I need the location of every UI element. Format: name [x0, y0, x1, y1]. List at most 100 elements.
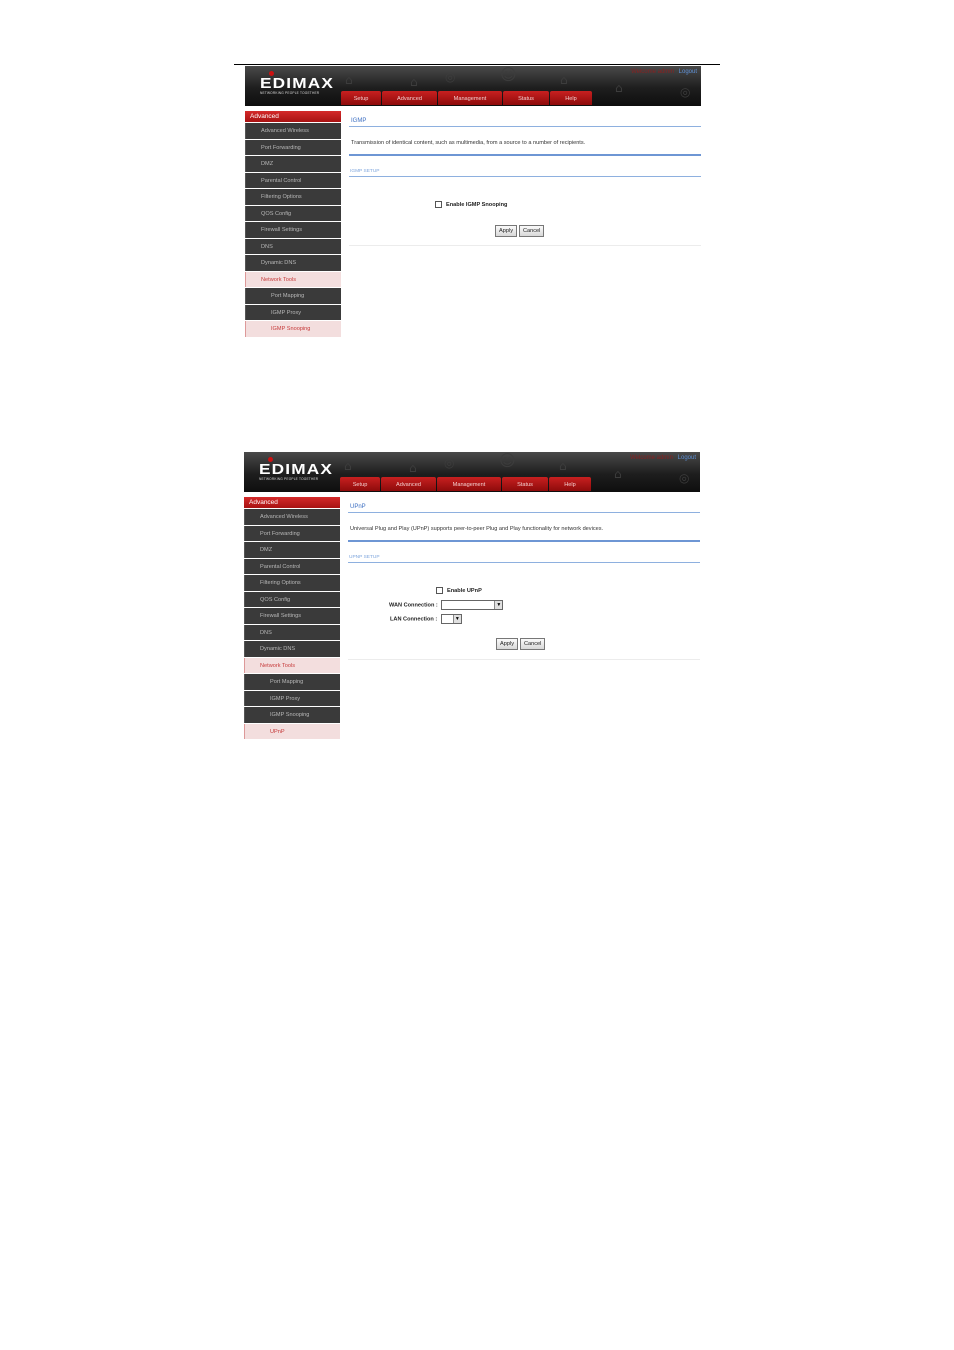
main-content: IGMP Transmission of identical content, … — [349, 111, 701, 246]
house-icon: ⌂ — [344, 459, 352, 473]
upnp-screenshot: EDIMAX NETWORKING PEOPLE TOGETHER ⌂ ⌂ ◎ … — [244, 452, 700, 741]
tab-management[interactable]: Management — [438, 91, 502, 105]
tab-management[interactable]: Management — [437, 477, 501, 491]
sidebar-item-filtering-options[interactable]: Filtering Options — [245, 189, 341, 205]
sidebar-subitem-port-mapping[interactable]: Port Mapping — [244, 674, 340, 690]
tab-status[interactable]: Status — [503, 91, 549, 105]
igmp-screenshot: EDIMAX NETWORKING PEOPLE TOGETHER ⌂ ⌂ ◎ … — [245, 66, 701, 339]
house-icon: ⌂ — [410, 75, 418, 89]
logout-link[interactable]: Logout — [678, 455, 696, 461]
section-divider — [348, 562, 700, 563]
house-icon: ⌂ — [615, 81, 623, 95]
page-description: Transmission of identical content, such … — [351, 140, 586, 146]
tab-advanced[interactable]: Advanced — [382, 91, 437, 105]
top-links: Welcome admin Logout — [631, 69, 697, 75]
globe-icon: ◎ — [444, 456, 455, 470]
sidebar-item-network-tools[interactable]: Network Tools — [245, 271, 341, 287]
sidebar-subitem-igmp-proxy[interactable]: IGMP Proxy — [244, 690, 340, 706]
tab-setup[interactable]: Setup — [341, 91, 381, 105]
wan-connection-row: WAN Connection : ▼ — [389, 600, 504, 610]
section-divider — [349, 176, 701, 177]
sidebar-item-filtering-options[interactable]: Filtering Options — [244, 575, 340, 591]
sidebar-item-dmz[interactable]: DMZ — [244, 542, 340, 558]
sidebar-item-advanced-wireless[interactable]: Advanced Wireless — [244, 509, 340, 525]
sidebar-item-parental-control[interactable]: Parental Control — [244, 558, 340, 574]
cancel-button[interactable]: Cancel — [520, 638, 546, 650]
page-divider — [234, 64, 720, 65]
chevron-down-icon[interactable]: ▼ — [452, 615, 461, 623]
brand-tagline: NETWORKING PEOPLE TOGETHER — [259, 477, 319, 481]
sidebar-item-dns[interactable]: DNS — [245, 238, 341, 254]
action-buttons: Apply Cancel — [495, 225, 546, 237]
sidebar-subitem-port-mapping[interactable]: Port Mapping — [245, 288, 341, 304]
apply-button[interactable]: Apply — [496, 638, 518, 650]
globe-icon: ◎ — [679, 471, 690, 485]
welcome-link[interactable]: Welcome admin — [630, 455, 673, 461]
tab-setup[interactable]: Setup — [340, 477, 380, 491]
house-icon: ⌂ — [345, 73, 353, 87]
sidebar-item-parental-control[interactable]: Parental Control — [245, 172, 341, 188]
form-bottom-divider — [349, 245, 701, 246]
tab-help[interactable]: Help — [550, 91, 592, 105]
sidebar-item-dynamic-dns[interactable]: Dynamic DNS — [245, 255, 341, 271]
sidebar-item-port-forwarding[interactable]: Port Forwarding — [245, 139, 341, 155]
brand-tagline: NETWORKING PEOPLE TOGETHER — [260, 91, 320, 95]
tab-advanced[interactable]: Advanced — [381, 477, 436, 491]
main-tabs: Setup Advanced Management Status Help — [341, 91, 592, 105]
enable-upnp-label: Enable UPnP — [447, 587, 482, 594]
apply-button[interactable]: Apply — [495, 225, 517, 237]
sidebar-item-network-tools[interactable]: Network Tools — [244, 657, 340, 673]
top-header: EDIMAX NETWORKING PEOPLE TOGETHER ⌂ ⌂ ◎ … — [244, 452, 700, 492]
sidebar-heading: Advanced — [245, 111, 341, 122]
top-header: EDIMAX NETWORKING PEOPLE TOGETHER ⌂ ⌂ ◎ … — [245, 66, 701, 106]
enable-igmp-snooping-checkbox[interactable] — [435, 201, 442, 208]
enable-igmp-snooping-label: Enable IGMP Snooping — [446, 201, 508, 208]
form-bottom-divider — [348, 659, 700, 660]
globe-icon: ◎ — [445, 70, 456, 84]
logo-dot — [269, 71, 274, 76]
sidebar-item-dns[interactable]: DNS — [244, 624, 340, 640]
tab-status[interactable]: Status — [502, 477, 548, 491]
sidebar: Advanced Advanced Wireless Port Forwardi… — [245, 111, 341, 337]
brand-logo: EDIMAX — [259, 461, 333, 478]
sidebar-item-dynamic-dns[interactable]: Dynamic DNS — [244, 641, 340, 657]
lan-connection-row: LAN Connection : ▼ — [390, 614, 462, 624]
action-buttons: Apply Cancel — [496, 638, 547, 650]
sidebar-item-firewall-settings[interactable]: Firewall Settings — [244, 608, 340, 624]
chevron-down-icon[interactable]: ▼ — [494, 601, 503, 609]
sidebar-subitem-igmp-proxy[interactable]: IGMP Proxy — [245, 304, 341, 320]
sidebar-heading: Advanced — [244, 497, 340, 508]
sidebar-item-port-forwarding[interactable]: Port Forwarding — [244, 525, 340, 541]
globe-icon: ◎ — [680, 85, 691, 99]
enable-upnp-row: Enable UPnP — [436, 587, 482, 594]
sidebar-item-qos-config[interactable]: QOS Config — [244, 591, 340, 607]
house-icon: ⌂ — [409, 461, 417, 475]
sidebar-subitem-igmp-snooping[interactable]: IGMP Snooping — [244, 707, 340, 723]
section-title: IGMP SETUP — [350, 169, 380, 174]
sidebar-item-firewall-settings[interactable]: Firewall Settings — [245, 222, 341, 238]
lan-connection-label: LAN Connection : — [390, 616, 438, 623]
wan-connection-label: WAN Connection : — [389, 602, 438, 609]
sidebar-item-qos-config[interactable]: QOS Config — [245, 205, 341, 221]
smiley-icon: ☺ — [500, 66, 517, 84]
tab-help[interactable]: Help — [549, 477, 591, 491]
wan-connection-select[interactable]: ▼ — [441, 600, 504, 610]
cancel-button[interactable]: Cancel — [519, 225, 545, 237]
main-content: UPnP Universal Plug and Play (UPnP) supp… — [348, 497, 700, 660]
sidebar-subitem-upnp[interactable]: UPnP — [244, 723, 340, 739]
logout-link[interactable]: Logout — [679, 69, 697, 75]
house-icon: ⌂ — [614, 467, 622, 481]
sidebar-item-advanced-wireless[interactable]: Advanced Wireless — [245, 123, 341, 139]
sidebar: Advanced Advanced Wireless Port Forwardi… — [244, 497, 340, 739]
lan-connection-select[interactable]: ▼ — [440, 614, 462, 624]
sidebar-item-dmz[interactable]: DMZ — [245, 156, 341, 172]
logo-dot — [268, 457, 273, 462]
welcome-link[interactable]: Welcome admin — [631, 69, 674, 75]
enable-upnp-checkbox[interactable] — [436, 587, 443, 594]
house-icon: ⌂ — [560, 73, 568, 87]
main-tabs: Setup Advanced Management Status Help — [340, 477, 591, 491]
page-title: IGMP — [351, 118, 367, 124]
page-title: UPnP — [350, 504, 366, 510]
sidebar-subitem-igmp-snooping[interactable]: IGMP Snooping — [245, 321, 341, 337]
page-description: Universal Plug and Play (UPnP) supports … — [350, 526, 604, 532]
